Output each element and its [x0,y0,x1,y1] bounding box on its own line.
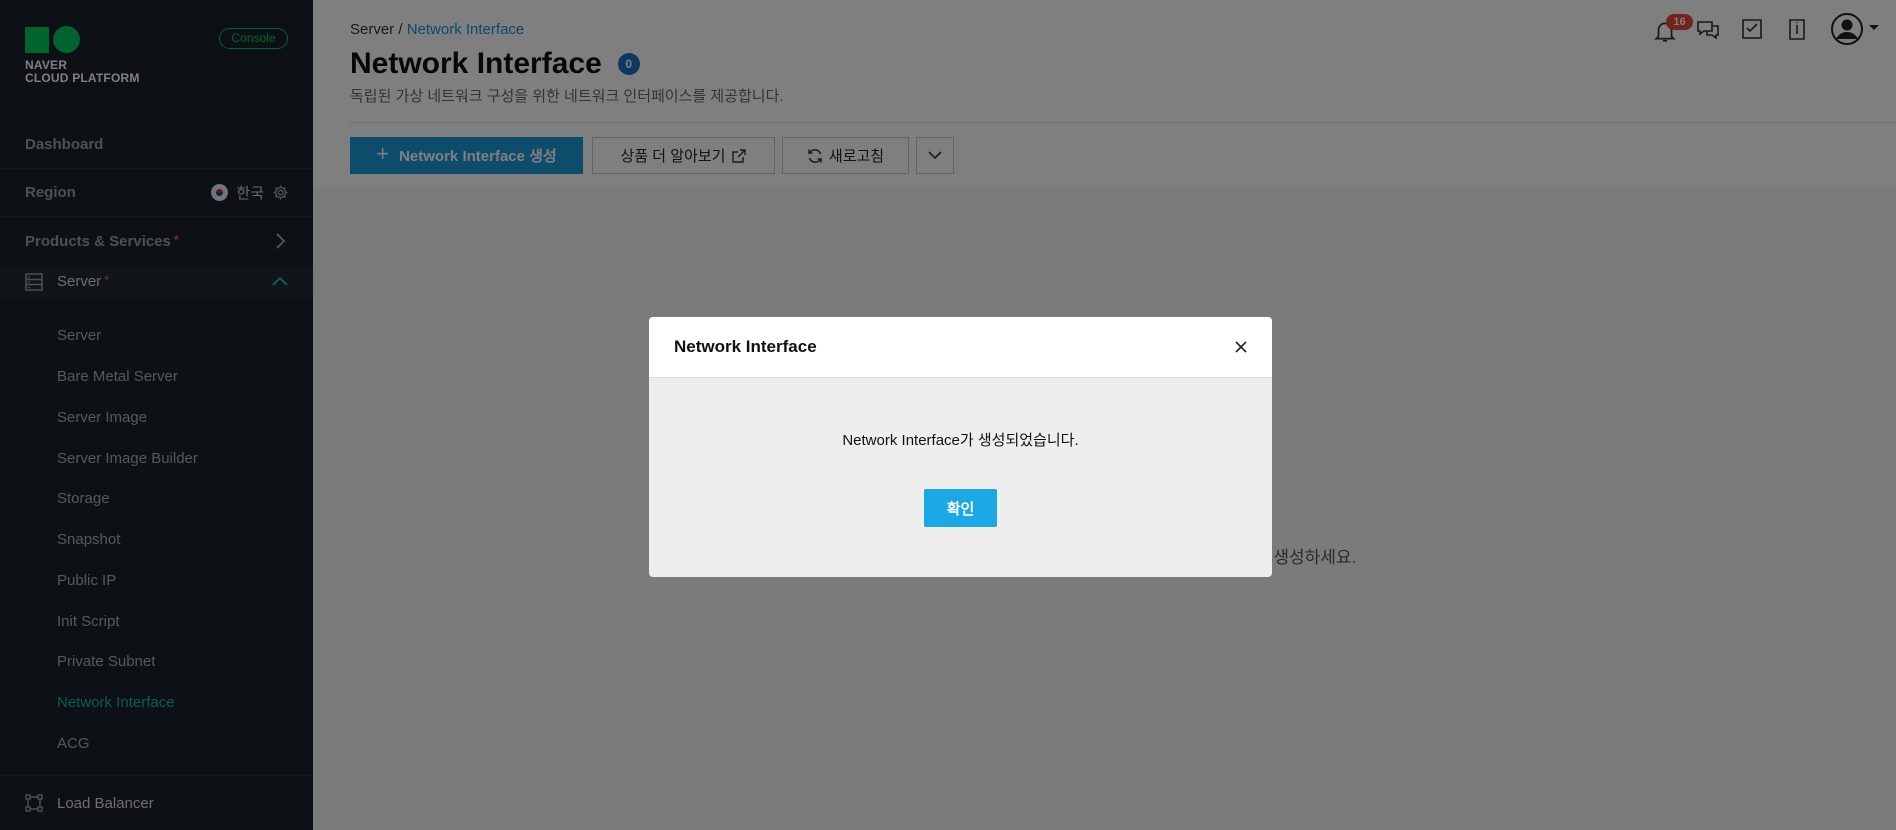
modal-message: Network Interface가 생성되었습니다. [842,432,1079,449]
confirm-button[interactable]: 확인 [924,489,997,527]
modal-header: Network Interface [649,317,1272,378]
confirmation-modal: Network Interface Network Interface가 생성되… [649,317,1272,577]
close-icon[interactable] [1230,336,1252,358]
modal-title: Network Interface [674,337,817,356]
